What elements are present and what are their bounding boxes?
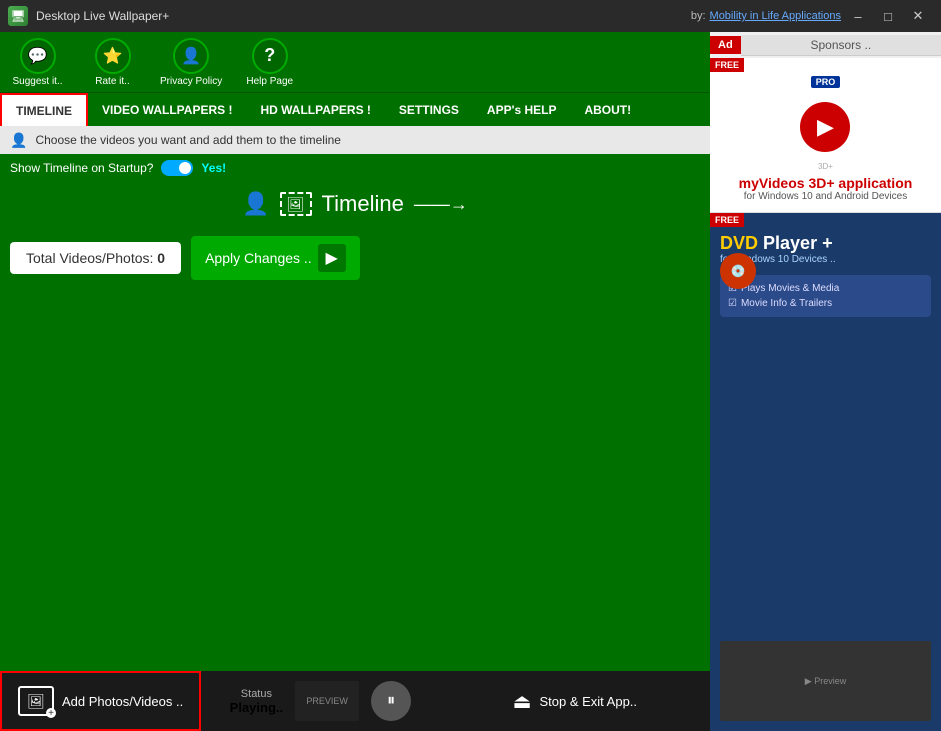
ad2-header: 💿 DVD Player + for Windows 10 Devices ..	[720, 233, 931, 265]
exit-icon: ⏏	[513, 689, 532, 714]
by-label: by:	[691, 10, 706, 22]
timeline-header: 👤 🖼 Timeline ——→	[0, 182, 710, 226]
help-icon-item[interactable]: ? Help Page	[242, 38, 297, 87]
sponsors-label: Sponsors ..	[810, 38, 871, 52]
privacy-icon: 👤	[173, 38, 209, 74]
preview-placeholder: ▶ Preview	[805, 676, 846, 687]
titlebar-left: 🖥 Desktop Live Wallpaper+	[8, 6, 169, 26]
ad-badge: Ad	[710, 36, 741, 54]
close-button[interactable]: ✕	[903, 5, 933, 27]
tab-about[interactable]: ABOUT!	[570, 93, 645, 126]
status-info: Status Playing..	[230, 688, 283, 715]
privacy-icon-item[interactable]: 👤 Privacy Policy	[160, 38, 222, 87]
help-icon: ?	[252, 38, 288, 74]
tab-app-help[interactable]: APP's HELP	[473, 93, 571, 126]
total-videos-box: Total Videos/Photos: 0	[10, 242, 181, 274]
pause-button[interactable]: ⏸	[371, 681, 411, 721]
play-circle-icon: ▶	[800, 102, 850, 152]
by-info: by: Mobility in Life Applications	[691, 10, 841, 22]
timeline-toggle-row: Show Timeline on Startup? Yes!	[0, 154, 710, 182]
badge-3d: 3D+	[818, 162, 833, 171]
photo-icon: 🖼	[280, 192, 312, 216]
preview-thumbnail: PREVIEW	[295, 681, 359, 721]
tab-hd-wallpapers[interactable]: HD WALLPAPERS !	[246, 93, 384, 126]
subtitle-bar: 👤 Choose the videos you want and add the…	[0, 126, 710, 154]
add-plus-icon: +	[46, 708, 56, 718]
person-timeline-icon: 👤	[242, 191, 269, 217]
right-panel: Ad Sponsors .. FREE PRO ▶ 3D+ myVideos 3…	[710, 32, 941, 731]
status-section: Status Playing.. PREVIEW ⏸	[201, 671, 439, 731]
maximize-button[interactable]: □	[873, 5, 903, 27]
ad-label: Ad	[718, 39, 733, 51]
total-label: Total Videos/Photos:	[26, 250, 153, 266]
tab-settings[interactable]: SETTINGS	[385, 93, 473, 126]
tab-timeline[interactable]: TIMELINE	[0, 93, 88, 126]
timeline-title: Timeline	[322, 191, 404, 217]
ad1-title: myVideos 3D+ application	[739, 175, 913, 191]
check-icon-2: ☑	[728, 298, 737, 309]
dvd-title: DVD Player +	[720, 233, 836, 254]
suggest-label: Suggest it..	[12, 76, 62, 87]
show-timeline-label: Show Timeline on Startup?	[10, 161, 153, 175]
add-photos-button[interactable]: 🖼 + Add Photos/Videos ..	[0, 671, 201, 731]
status-value: Playing..	[230, 700, 283, 715]
nav-tabs: TIMELINE VIDEO WALLPAPERS ! HD WALLPAPER…	[0, 92, 710, 126]
free-badge-2: FREE	[710, 213, 744, 227]
minimize-button[interactable]: –	[843, 5, 873, 27]
top-nav-icons: 💬 Suggest it.. ⭐ Rate it.. 👤 Privacy Pol…	[0, 32, 710, 92]
suggest-icon-item[interactable]: 💬 Suggest it..	[10, 38, 65, 87]
help-label: Help Page	[246, 76, 293, 87]
toggle-knob	[179, 162, 191, 174]
apply-arrow-icon: ▶	[318, 244, 346, 272]
left-panel: 💬 Suggest it.. ⭐ Rate it.. 👤 Privacy Pol…	[0, 32, 710, 731]
feature1-label: Plays Movies & Media	[741, 283, 839, 294]
window-controls: – □ ✕	[843, 5, 933, 27]
person-icon: 👤	[10, 132, 27, 149]
timeline-arrow-icon: ——→	[414, 194, 468, 215]
apply-changes-button[interactable]: Apply Changes .. ▶	[191, 236, 360, 280]
rate-icon-item[interactable]: ⭐ Rate it..	[85, 38, 140, 87]
pro-badge: PRO	[811, 76, 841, 88]
title-bar: 🖥 Desktop Live Wallpaper+ by: Mobility i…	[0, 0, 941, 32]
add-photos-icon: 🖼 +	[18, 686, 54, 716]
company-link[interactable]: Mobility in Life Applications	[710, 10, 841, 22]
timeline-toggle[interactable]	[161, 160, 193, 176]
bottom-bar: 🖼 + Add Photos/Videos .. Status Playing.…	[0, 671, 710, 731]
rate-label: Rate it..	[95, 76, 129, 87]
ad1-badges: PRO	[811, 76, 841, 88]
subtitle-text: Choose the videos you want and add them …	[35, 133, 341, 147]
sponsors-bar: Sponsors ..	[741, 35, 941, 56]
ad1-block[interactable]: FREE PRO ▶ 3D+ myVideos 3D+ application …	[710, 58, 941, 213]
feature2-label: Movie Info & Trailers	[741, 298, 832, 309]
timeline-content: Total Videos/Photos: 0 Apply Changes .. …	[0, 226, 710, 671]
stats-row: Total Videos/Photos: 0 Apply Changes .. …	[10, 236, 700, 280]
ad-header: Ad Sponsors ..	[710, 32, 941, 58]
ad2-block[interactable]: FREE 💿 DVD Player + for Windows 10 Devic…	[710, 213, 941, 731]
feature1: ☑ Plays Movies & Media	[728, 283, 923, 294]
status-label: Status	[241, 688, 272, 700]
preview-text: PREVIEW	[297, 683, 357, 719]
rate-icon: ⭐	[95, 38, 131, 74]
total-count: 0	[157, 250, 165, 266]
ad1-subtitle: for Windows 10 and Android Devices	[744, 191, 907, 202]
yes-label: Yes!	[201, 161, 226, 175]
feature2: ☑ Movie Info & Trailers	[728, 298, 923, 309]
privacy-label: Privacy Policy	[160, 76, 222, 87]
suggest-icon: 💬	[20, 38, 56, 74]
apply-btn-label: Apply Changes ..	[205, 250, 312, 266]
app-title: Desktop Live Wallpaper+	[36, 9, 169, 23]
stop-btn-label: Stop & Exit App..	[539, 694, 637, 709]
stop-exit-button[interactable]: ⏏ Stop & Exit App..	[440, 671, 710, 731]
dvd-title-colored: DVD	[720, 233, 758, 253]
app-icon: 🖥	[8, 6, 28, 26]
free-badge-1: FREE	[710, 58, 744, 72]
preview-area: ▶ Preview	[720, 641, 931, 721]
main-layout: 💬 Suggest it.. ⭐ Rate it.. 👤 Privacy Pol…	[0, 32, 941, 731]
dvd-icon: 💿	[720, 253, 756, 289]
dvd-player-label: Player +	[763, 233, 833, 253]
add-btn-label: Add Photos/Videos ..	[62, 694, 183, 709]
tab-video-wallpapers[interactable]: VIDEO WALLPAPERS !	[88, 93, 246, 126]
ad1-content: PRO ▶ 3D+ myVideos 3D+ application for W…	[739, 76, 913, 202]
